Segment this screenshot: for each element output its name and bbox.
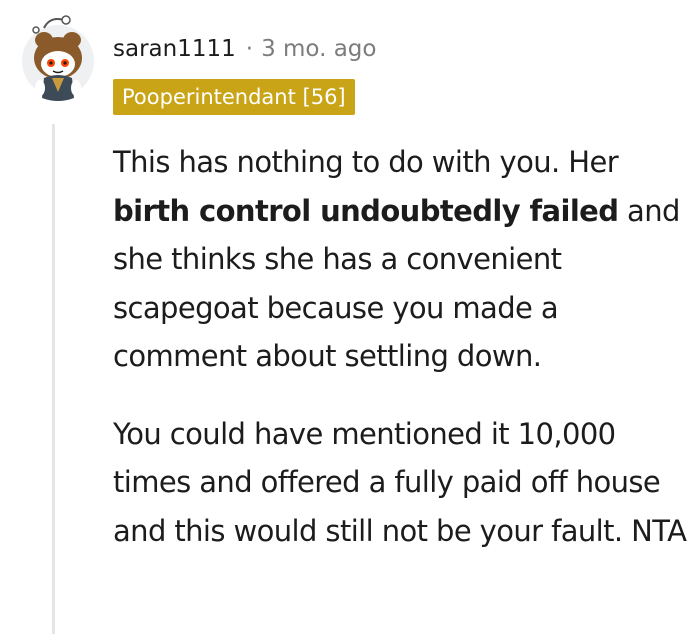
comment: saran1111 · 3 mo. ago Pooperintendant [5… — [0, 0, 700, 634]
timestamp-link[interactable]: 3 mo. ago — [261, 32, 376, 66]
comment-meta: saran1111 · 3 mo. ago — [113, 32, 376, 66]
paragraph-1-bold-text: birth control undoubtedly failed — [113, 193, 619, 228]
user-avatar-icon[interactable] — [20, 12, 96, 104]
thread-line[interactable] — [52, 124, 55, 634]
comment-paragraph-2: You could have mentioned it 10,000 times… — [113, 416, 687, 548]
comment-body: This has nothing to do with you. Her bir… — [113, 138, 693, 555]
snoo-avatar-icon — [22, 15, 94, 101]
comment-paragraph-1: This has nothing to do with you. Her bir… — [113, 138, 693, 381]
user-flair-badge: Pooperintendant [56] — [113, 79, 355, 115]
meta-separator: · — [245, 36, 254, 62]
paragraph-1-text-start: This has nothing to do with you. Her — [113, 145, 619, 179]
username-link[interactable]: saran1111 — [113, 32, 236, 66]
